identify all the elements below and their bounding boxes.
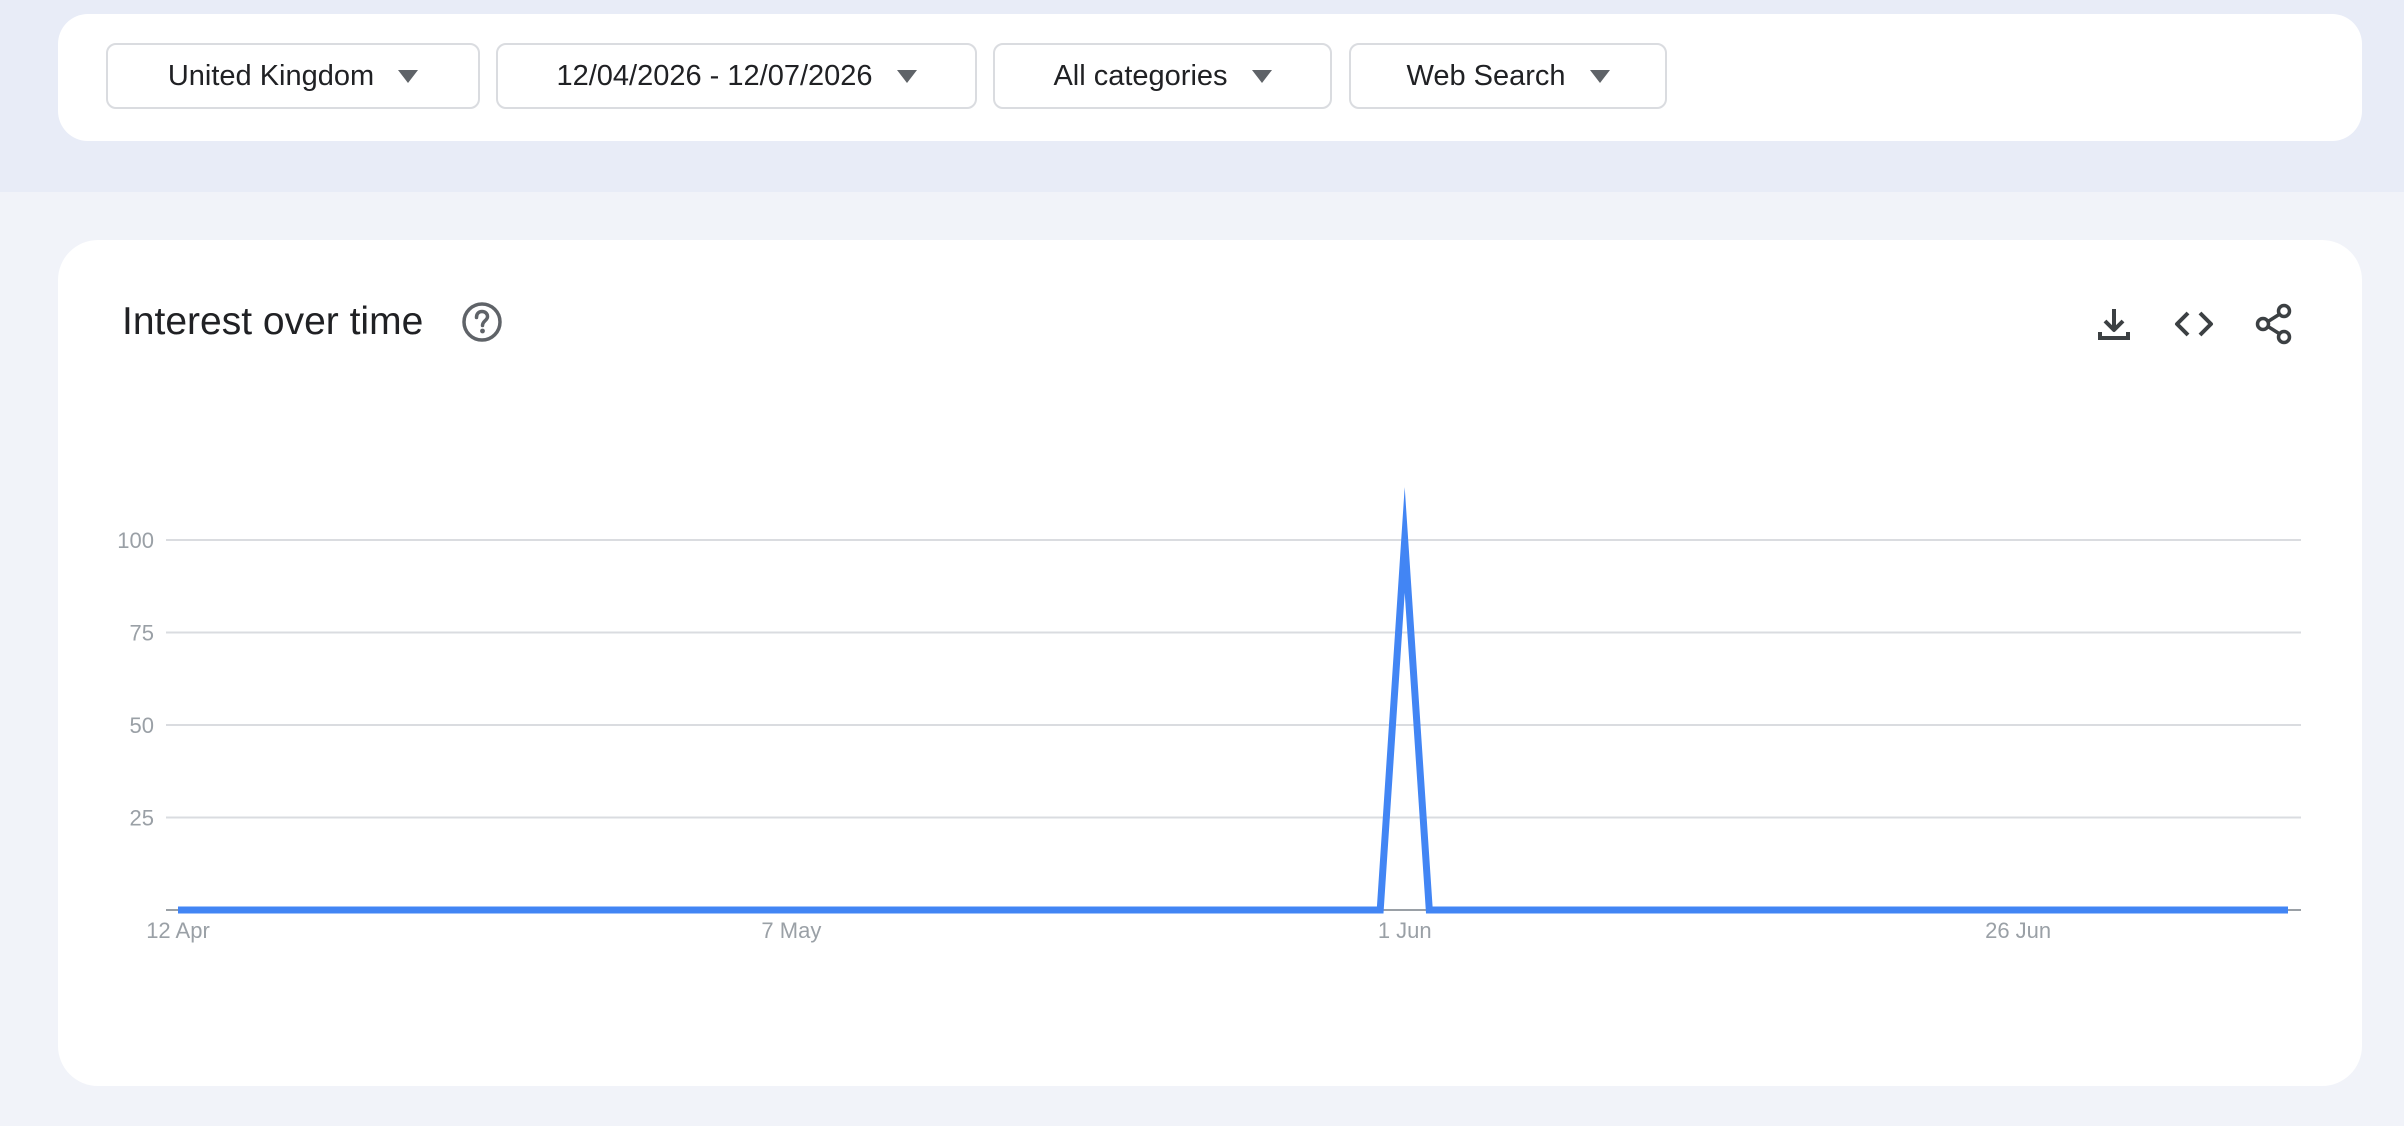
region-dropdown[interactable]: United Kingdom xyxy=(106,43,480,109)
y-tick-label: 50 xyxy=(130,713,154,738)
date-range-dropdown-label: 12/04/2026 - 12/07/2026 xyxy=(556,59,873,92)
date-range-dropdown[interactable]: 12/04/2026 - 12/07/2026 xyxy=(496,43,977,109)
caret-down-icon xyxy=(896,69,917,83)
caret-down-icon xyxy=(398,69,419,83)
interest-over-time-card: Interest over time 100 75 50 25 12 Apr 7 May 1… xyxy=(58,240,2362,1086)
search-type-dropdown-label: Web Search xyxy=(1406,59,1566,92)
y-tick-label: 100 xyxy=(117,528,154,553)
x-tick-label: 26 Jun xyxy=(1985,918,2051,943)
x-tick-label: 1 Jun xyxy=(1378,918,1432,943)
caret-down-icon xyxy=(1251,69,1272,83)
caret-down-icon xyxy=(1589,69,1610,83)
filter-bar: United Kingdom 12/04/2026 - 12/07/2026 A… xyxy=(58,14,2362,141)
x-tick-label: 7 May xyxy=(761,918,821,943)
x-tick-label: 12 Apr xyxy=(146,918,210,943)
category-dropdown[interactable]: All categories xyxy=(993,43,1332,109)
region-dropdown-label: United Kingdom xyxy=(167,59,375,92)
y-tick-label: 25 xyxy=(130,806,154,831)
category-dropdown-label: All categories xyxy=(1053,59,1228,92)
y-tick-label: 75 xyxy=(130,621,154,646)
search-type-dropdown[interactable]: Web Search xyxy=(1349,43,1667,109)
interest-line-chart: 100 75 50 25 12 Apr 7 May 1 Jun 26 Jun xyxy=(117,487,2301,943)
